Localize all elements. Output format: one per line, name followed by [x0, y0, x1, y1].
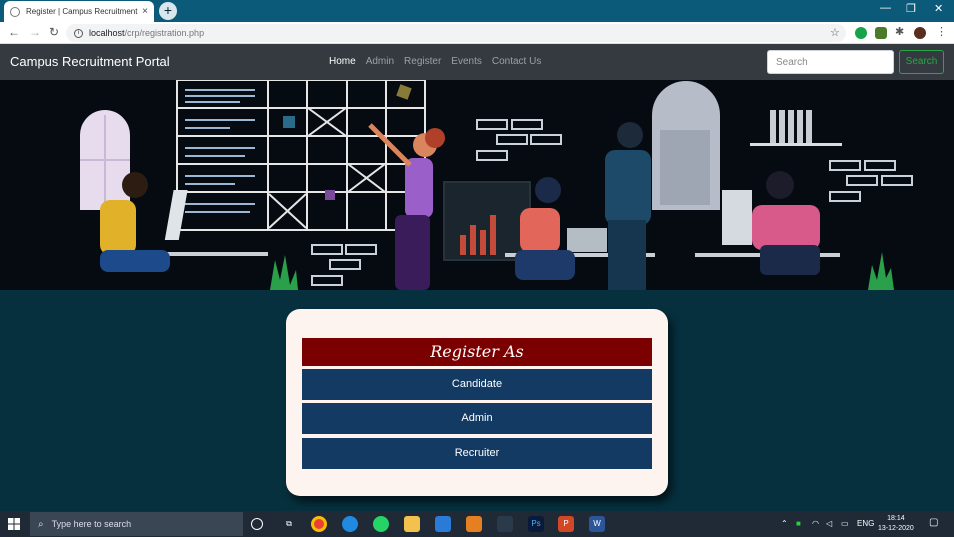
restore-icon[interactable]: ❐	[906, 2, 916, 15]
nav-register[interactable]: Register	[404, 56, 441, 67]
app-icon[interactable]	[435, 516, 451, 532]
menu-icon[interactable]: ⋮	[936, 25, 948, 38]
file-explorer-icon[interactable]	[404, 516, 420, 532]
search-button[interactable]: Search	[899, 50, 944, 74]
puzzle-icon[interactable]: ✱	[895, 25, 907, 38]
clock-time: 18:14	[887, 515, 905, 522]
nav-home[interactable]: Home	[329, 56, 356, 67]
windows-start-icon[interactable]	[8, 518, 20, 530]
search-icon: ⌕	[38, 518, 44, 530]
site-brand[interactable]: Campus Recruitment Portal	[10, 54, 170, 69]
search-input[interactable]: Search	[767, 50, 894, 74]
nav-links: Home Admin Register Events Contact Us	[329, 56, 541, 67]
address-bar: ← → ↻ i localhost/crp/registration.php ☆…	[0, 22, 954, 44]
battery-icon[interactable]: ▭	[841, 519, 849, 528]
edge-icon[interactable]	[342, 516, 358, 532]
register-card: Register As Candidate Admin Recruiter	[286, 309, 668, 496]
tab-close-icon[interactable]: ×	[142, 6, 148, 17]
nav-contact[interactable]: Contact Us	[492, 56, 541, 67]
task-view-icon[interactable]: ⧉	[281, 516, 297, 532]
url-path: /crp/registration.php	[124, 28, 205, 38]
tray-chevron-icon[interactable]: ⌃	[781, 519, 788, 528]
system-clock[interactable]: 18:14 13-12-2020	[878, 514, 914, 534]
bookmark-star-icon[interactable]: ☆	[830, 26, 840, 39]
cortana-icon[interactable]	[251, 518, 263, 530]
clock-date: 13-12-2020	[878, 525, 914, 532]
site-navbar: Campus Recruitment Portal Home Admin Reg…	[0, 44, 954, 80]
language-indicator[interactable]: ENG	[857, 519, 874, 528]
nav-events[interactable]: Events	[451, 56, 482, 67]
office-scene-illustration	[0, 80, 954, 290]
url-host: localhost	[89, 28, 125, 38]
forward-icon[interactable]: →	[29, 25, 41, 39]
nav-admin[interactable]: Admin	[366, 56, 394, 67]
notification-icon[interactable]: ▢	[929, 517, 938, 528]
browser-tab[interactable]: Register | Campus Recruitment S ×	[4, 1, 154, 22]
url-field[interactable]: i localhost/crp/registration.php	[66, 24, 846, 42]
sublime-icon[interactable]	[466, 516, 482, 532]
minimize-icon[interactable]: —	[880, 2, 891, 14]
close-window-icon[interactable]: ✕	[934, 2, 943, 15]
info-icon[interactable]: i	[74, 28, 83, 38]
tray-app-icon[interactable]: ■	[796, 519, 801, 528]
tab-title: Register | Campus Recruitment S	[26, 7, 139, 16]
photoshop-icon[interactable]: Ps	[528, 516, 544, 532]
chrome-icon[interactable]	[311, 516, 327, 532]
globe-icon	[10, 6, 20, 17]
profile-avatar[interactable]	[914, 27, 926, 39]
app-icon-2[interactable]	[497, 516, 513, 532]
taskbar-search-placeholder: Type here to search	[51, 519, 132, 529]
reload-icon[interactable]: ↻	[49, 25, 59, 39]
hero-illustration	[0, 80, 954, 290]
register-recruiter-button[interactable]: Recruiter	[302, 438, 652, 469]
extension-icon[interactable]	[875, 27, 887, 39]
new-tab-button[interactable]: +	[159, 2, 177, 20]
grammarly-extension-icon[interactable]	[855, 27, 867, 39]
wifi-icon[interactable]: ◠	[812, 519, 819, 528]
register-admin-button[interactable]: Admin	[302, 403, 652, 434]
volume-icon[interactable]: ◁	[826, 519, 832, 528]
register-heading: Register As	[302, 338, 652, 366]
browser-tab-strip: Register | Campus Recruitment S × + — ❐ …	[0, 0, 954, 22]
register-candidate-button[interactable]: Candidate	[302, 369, 652, 400]
taskbar-search-field[interactable]: ⌕ Type here to search	[30, 512, 243, 536]
whatsapp-icon[interactable]	[373, 516, 389, 532]
word-icon[interactable]: W	[589, 516, 605, 532]
back-icon[interactable]: ←	[8, 25, 20, 39]
powerpoint-icon[interactable]: P	[558, 516, 574, 532]
windows-taskbar: ⌕ Type here to search ⧉ Ps P W ⌃ ■ ◠ ◁ ▭…	[0, 511, 954, 537]
